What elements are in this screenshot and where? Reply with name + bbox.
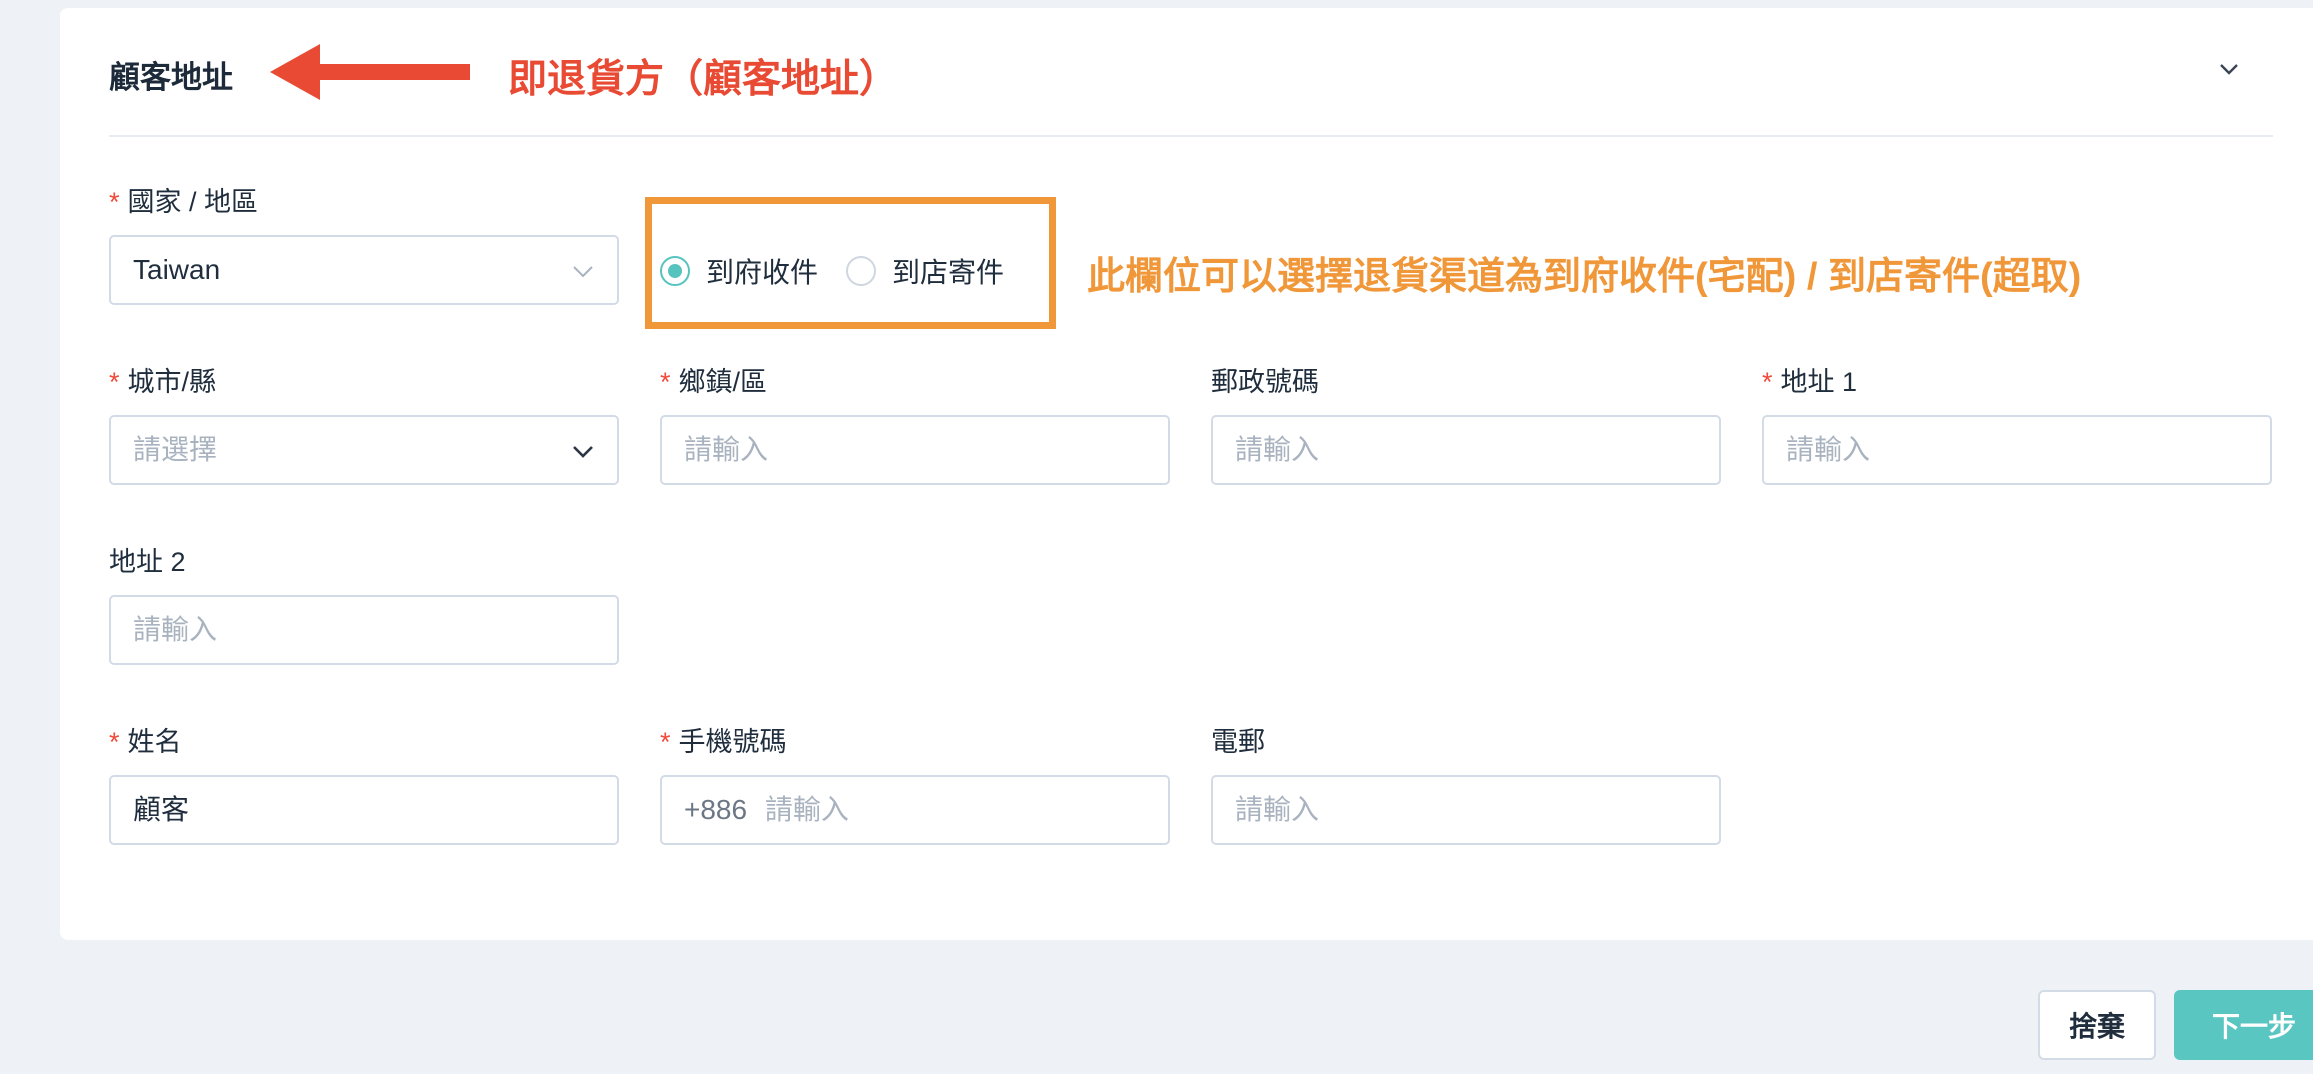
mobile-input[interactable] bbox=[764, 794, 1145, 826]
district-input[interactable] bbox=[684, 434, 1144, 466]
chevron-down-icon bbox=[573, 266, 593, 278]
section-divider bbox=[109, 135, 2273, 137]
country-select[interactable]: Taiwan bbox=[109, 235, 619, 305]
address2-input[interactable] bbox=[133, 614, 593, 646]
annotation-arrow-icon bbox=[270, 44, 470, 100]
postal-input[interactable] bbox=[1235, 434, 1695, 466]
name-value: 顧客 bbox=[133, 794, 190, 825]
postal-field[interactable] bbox=[1211, 415, 1721, 485]
city-placeholder: 請選擇 bbox=[133, 434, 218, 465]
country-label: * 國家 / 地區 bbox=[109, 187, 259, 217]
city-select[interactable]: 請選擇 bbox=[109, 415, 619, 485]
mobile-label: * 手機號碼 bbox=[660, 727, 787, 757]
email-field[interactable] bbox=[1211, 775, 1721, 845]
country-value: Taiwan bbox=[133, 254, 221, 285]
district-label: * 鄉鎮/區 bbox=[660, 367, 768, 397]
email-input[interactable] bbox=[1235, 794, 1695, 826]
email-label: 電郵 bbox=[1211, 727, 1265, 757]
next-button[interactable]: 下一步 bbox=[2174, 990, 2313, 1060]
address1-label: * 地址 1 bbox=[1762, 367, 1858, 397]
mobile-country-code: +886 bbox=[684, 794, 748, 825]
mobile-field[interactable]: +886 bbox=[660, 775, 1170, 845]
postal-label: 郵政號碼 bbox=[1211, 367, 1319, 397]
name-field[interactable]: 顧客 bbox=[109, 775, 619, 845]
address2-label: 地址 2 bbox=[109, 547, 186, 577]
chevron-down-icon bbox=[573, 446, 593, 458]
discard-button[interactable]: 捨棄 bbox=[2038, 990, 2156, 1060]
address1-field[interactable] bbox=[1762, 415, 2272, 485]
city-label: * 城市/縣 bbox=[109, 367, 217, 397]
address1-input[interactable] bbox=[1786, 434, 2246, 466]
section-title: 顧客地址 bbox=[109, 60, 233, 95]
name-label: * 姓名 bbox=[109, 727, 182, 757]
annotation-red-note: 即退貨方（顧客地址） bbox=[508, 58, 899, 101]
district-field[interactable] bbox=[660, 415, 1170, 485]
annotation-highlight-box bbox=[645, 197, 1056, 329]
chevron-down-icon[interactable] bbox=[2216, 56, 2242, 82]
required-mark: * bbox=[109, 187, 120, 217]
annotation-orange-note: 此欄位可以選擇退貨渠道為到府收件(宅配) / 到店寄件(超取) bbox=[1087, 256, 2082, 298]
address2-field[interactable] bbox=[109, 595, 619, 665]
